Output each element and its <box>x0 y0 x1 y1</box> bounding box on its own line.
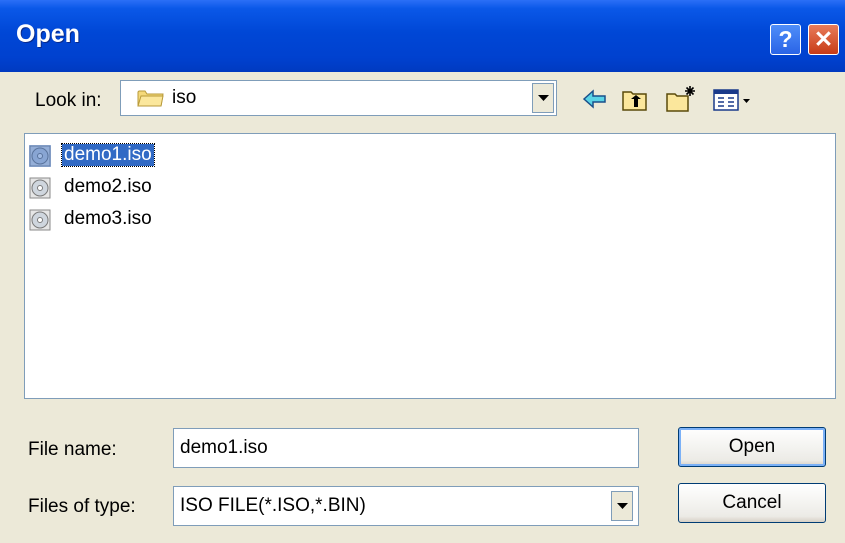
help-button[interactable]: ? <box>770 24 801 55</box>
disc-image-icon <box>29 177 51 199</box>
open-button[interactable]: Open <box>678 427 826 467</box>
help-icon: ? <box>778 26 793 52</box>
lookin-combobox[interactable]: iso <box>120 80 557 116</box>
folder-icon <box>137 90 164 107</box>
open-dialog: Open ? ✕ Look in: iso demo1.iso demo2.is… <box>0 0 845 543</box>
lookin-dropdown-button[interactable] <box>532 83 554 113</box>
disc-image-icon <box>29 209 51 231</box>
file-name: demo3.iso <box>64 208 152 229</box>
close-button[interactable]: ✕ <box>808 24 839 55</box>
view-menu-icon[interactable] <box>712 84 758 114</box>
new-folder-icon[interactable] <box>664 84 698 114</box>
disc-image-icon <box>29 145 51 167</box>
lookin-label: Look in: <box>35 90 102 111</box>
filename-label: File name: <box>28 439 117 460</box>
file-name: demo2.iso <box>64 176 152 197</box>
filetype-select[interactable]: ISO FILE(*.ISO,*.BIN) <box>173 486 639 526</box>
close-icon: ✕ <box>813 26 834 52</box>
title-bar[interactable]: Open ? ✕ <box>0 0 845 72</box>
back-arrow-icon[interactable] <box>582 84 608 114</box>
chevron-down-icon <box>538 95 549 101</box>
filename-field[interactable]: demo1.iso <box>173 428 639 468</box>
cancel-button[interactable]: Cancel <box>678 483 826 523</box>
filename-value: demo1.iso <box>180 437 268 458</box>
file-list[interactable]: demo1.iso demo2.iso demo3.iso <box>24 133 836 399</box>
file-name: demo1.iso <box>61 143 155 167</box>
dialog-title: Open <box>16 20 80 48</box>
lookin-value: iso <box>172 87 197 108</box>
filetype-value: ISO FILE(*.ISO,*.BIN) <box>180 495 366 516</box>
up-folder-icon[interactable] <box>620 84 650 114</box>
filetype-dropdown-button[interactable] <box>611 491 633 521</box>
chevron-down-icon <box>617 503 628 509</box>
filetype-label: Files of type: <box>28 496 136 517</box>
